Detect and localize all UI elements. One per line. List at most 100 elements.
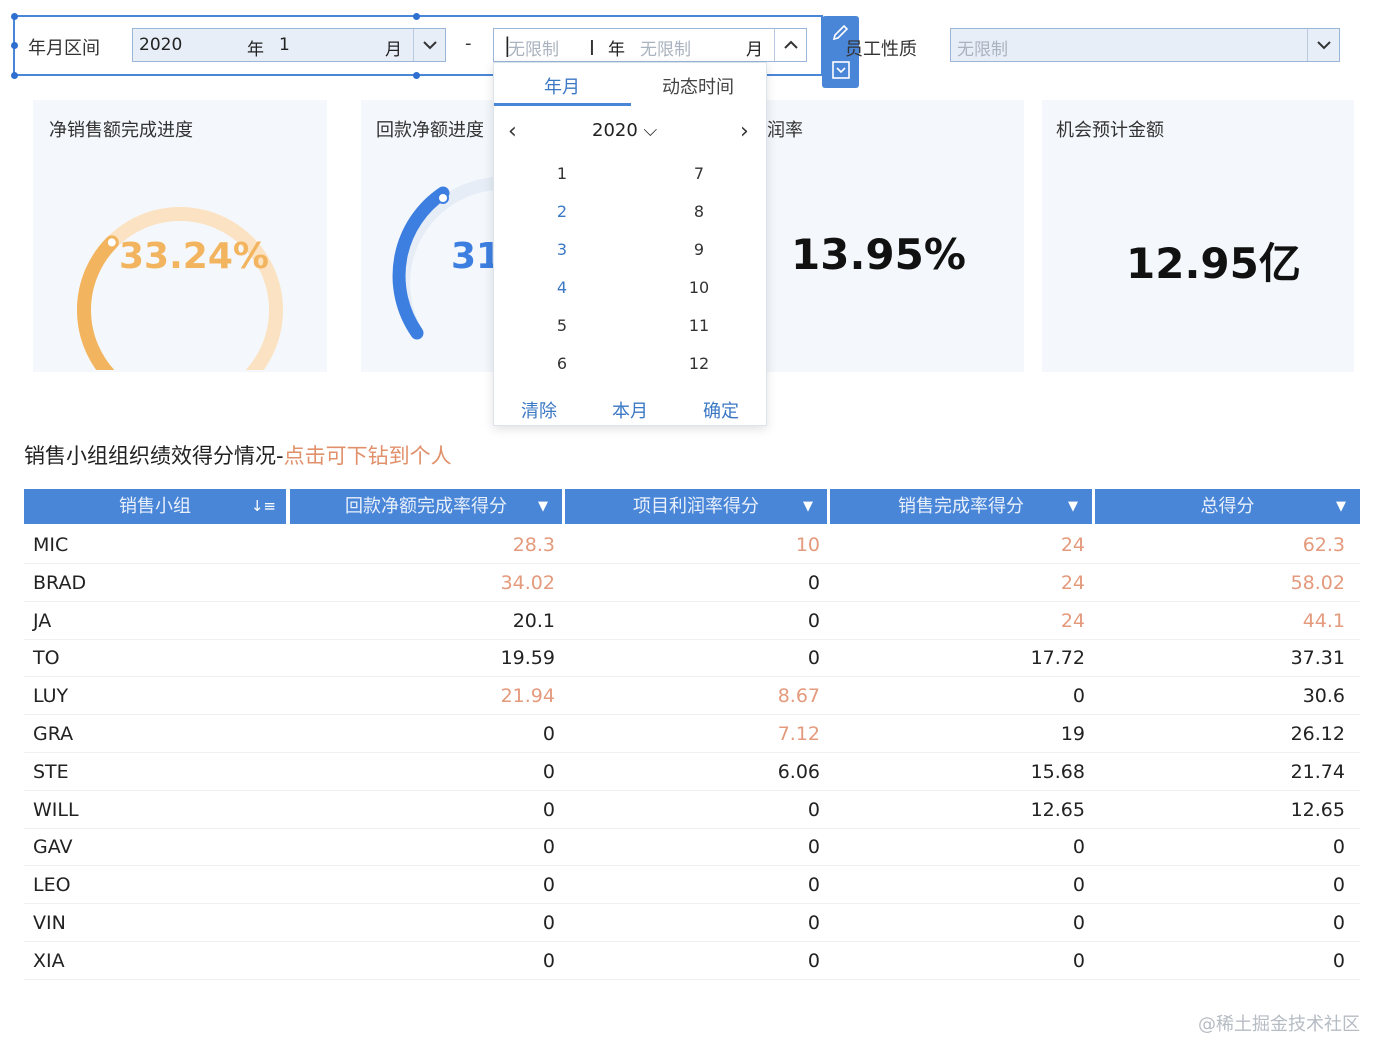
month-unit: 月 xyxy=(746,40,763,60)
score-cell: 0 xyxy=(542,760,555,783)
kpi-card-refund[interactable]: 回款净额进度 31 xyxy=(361,100,501,372)
from-date-combo[interactable]: 2020 年 1 月 xyxy=(132,28,446,62)
table-row[interactable]: BRAD 34.02 0 24 58.02 xyxy=(24,564,1360,602)
filter-caret-icon[interactable]: ▼ xyxy=(538,489,548,524)
header-sales-group[interactable]: 销售小组 ↓≡ xyxy=(24,489,286,524)
this-month-button[interactable]: 本月 xyxy=(612,397,648,423)
month-cell[interactable]: 7 xyxy=(669,164,729,183)
month-cell[interactable]: 6 xyxy=(532,354,592,373)
group-name-cell: GAV xyxy=(33,836,73,859)
month-cell[interactable]: 2 xyxy=(532,202,592,221)
to-month-placeholder: 无限制 xyxy=(640,40,691,60)
header-label: 项目利润率得分 xyxy=(633,496,759,517)
collapse-icon[interactable] xyxy=(831,60,851,80)
chevron-right-icon[interactable]: › xyxy=(740,119,749,144)
kpi-value: 33.24% xyxy=(119,236,269,277)
gauge-knob xyxy=(105,236,118,249)
table-row[interactable]: GAV 0 0 0 0 xyxy=(24,828,1360,867)
month-cell[interactable]: 3 xyxy=(532,240,592,259)
score-cell: 0 xyxy=(1332,836,1345,859)
score-cell: 0 xyxy=(542,798,555,821)
clear-button[interactable]: 清除 xyxy=(521,397,557,423)
score-cell: 0 xyxy=(807,609,820,632)
sort-icon[interactable]: ↓≡ xyxy=(251,489,276,524)
score-cell: 0 xyxy=(1072,836,1085,859)
score-cell: 8.67 xyxy=(777,685,820,708)
table-row[interactable]: XIA 0 0 0 0 xyxy=(24,942,1360,980)
score-cell: 24 xyxy=(1060,571,1085,594)
table-row[interactable]: LEO 0 0 0 0 xyxy=(24,866,1360,905)
kpi-card-opportunity[interactable]: 机会预计金额 12.95亿 xyxy=(1042,100,1354,372)
confirm-button[interactable]: 确定 xyxy=(703,397,739,423)
table-row[interactable]: JA 20.1 0 24 44.1 xyxy=(24,602,1360,640)
group-name-cell: GRA xyxy=(33,723,74,745)
score-cell: 0 xyxy=(542,912,555,934)
drill-hint: 点击可下钻到个人 xyxy=(283,444,452,468)
filter-caret-icon[interactable]: ▼ xyxy=(1068,489,1078,524)
month-cell[interactable]: 12 xyxy=(669,354,729,373)
ibeam-cursor-icon: I xyxy=(589,36,595,60)
to-date-combo[interactable]: | 无限制 I 年 无限制 月 xyxy=(493,28,807,62)
year-select[interactable]: 2020 ⌵ xyxy=(592,120,657,141)
resize-handle[interactable] xyxy=(11,42,18,49)
chevron-down-icon[interactable] xyxy=(413,29,445,61)
chevron-left-icon[interactable]: ‹ xyxy=(508,119,517,144)
month-cell[interactable]: 1 xyxy=(532,164,592,183)
month-cell[interactable]: 4 xyxy=(532,278,592,297)
score-cell: 0 xyxy=(1072,912,1085,934)
table-row[interactable]: TO 19.59 0 17.72 37.31 xyxy=(24,639,1360,678)
score-cell: 0 xyxy=(542,723,555,745)
table-row[interactable]: LUY 21.94 8.67 0 30.6 xyxy=(24,677,1360,716)
chevron-down-icon[interactable] xyxy=(1307,29,1339,61)
table-row[interactable]: MIC 28.3 10 24 62.3 xyxy=(24,526,1360,564)
table-row[interactable]: WILL 0 0 12.65 12.65 xyxy=(24,791,1360,829)
tab-dynamic-time[interactable]: 动态时间 xyxy=(662,73,734,99)
header-refund-score[interactable]: 回款净额完成率得分 ▼ xyxy=(290,489,562,524)
table-row[interactable]: STE 0 6.06 15.68 21.74 xyxy=(24,753,1360,791)
header-total-score[interactable]: 总得分 ▼ xyxy=(1095,489,1360,524)
chevron-up-icon[interactable] xyxy=(774,29,806,61)
resize-handle[interactable] xyxy=(413,72,420,79)
table-title-main: 销售小组组织绩效得分情况- xyxy=(24,444,284,468)
table-title: 销售小组组织绩效得分情况-点击可下钻到个人 xyxy=(24,440,452,470)
header-profit-score[interactable]: 项目利润率得分 ▼ xyxy=(565,489,827,524)
resize-handle[interactable] xyxy=(413,13,420,20)
kpi-card-profit[interactable]: 润率 13.95% xyxy=(767,100,1024,372)
score-cell: 0 xyxy=(807,949,820,972)
gauge-progress xyxy=(77,235,119,370)
filter-caret-icon[interactable]: ▼ xyxy=(803,489,813,524)
score-cell: 58.02 xyxy=(1290,571,1345,594)
kpi-title: 机会预计金额 xyxy=(1056,120,1164,141)
score-cell: 21.94 xyxy=(500,685,555,708)
kpi-value: 12.95亿 xyxy=(1126,239,1301,288)
score-cell: 10 xyxy=(795,534,820,556)
month-cell[interactable]: 5 xyxy=(532,316,592,335)
group-name-cell: BRAD xyxy=(33,571,87,594)
kpi-card-sales[interactable]: 净销售额完成进度 33.24% xyxy=(33,100,327,372)
score-cell: 0 xyxy=(1332,949,1345,972)
score-cell: 7.12 xyxy=(777,723,820,745)
score-cell: 0 xyxy=(1332,912,1345,934)
table-row[interactable]: VIN 0 0 0 0 xyxy=(24,904,1360,942)
chevron-down-icon: ⌵ xyxy=(643,120,658,141)
table-row[interactable]: GRA 0 7.12 19 26.12 xyxy=(24,715,1360,753)
month-cell[interactable]: 11 xyxy=(669,316,729,335)
score-cell: 12.65 xyxy=(1290,798,1345,821)
month-cell[interactable]: 8 xyxy=(669,202,729,221)
score-cell: 19.59 xyxy=(500,647,555,670)
resize-handle[interactable] xyxy=(11,72,18,79)
staff-type-combo[interactable]: 无限制 xyxy=(950,28,1340,62)
score-cell: 0 xyxy=(807,798,820,821)
header-sales-score[interactable]: 销售完成率得分 ▼ xyxy=(830,489,1092,524)
filter-caret-icon[interactable]: ▼ xyxy=(1336,489,1346,524)
score-cell: 0 xyxy=(1072,949,1085,972)
month-cell[interactable]: 10 xyxy=(669,278,729,297)
dashboard-canvas: { "filter": { "range_label": "年月区间", "fr… xyxy=(0,0,1388,1060)
score-cell: 0 xyxy=(807,647,820,670)
resize-handle[interactable] xyxy=(11,13,18,20)
month-cell[interactable]: 9 xyxy=(669,240,729,259)
tab-year-month[interactable]: 年月 xyxy=(544,73,580,99)
range-label: 年月区间 xyxy=(28,38,100,59)
kpi-title: 回款净额进度 xyxy=(376,120,484,141)
score-cell: 24 xyxy=(1060,534,1085,556)
